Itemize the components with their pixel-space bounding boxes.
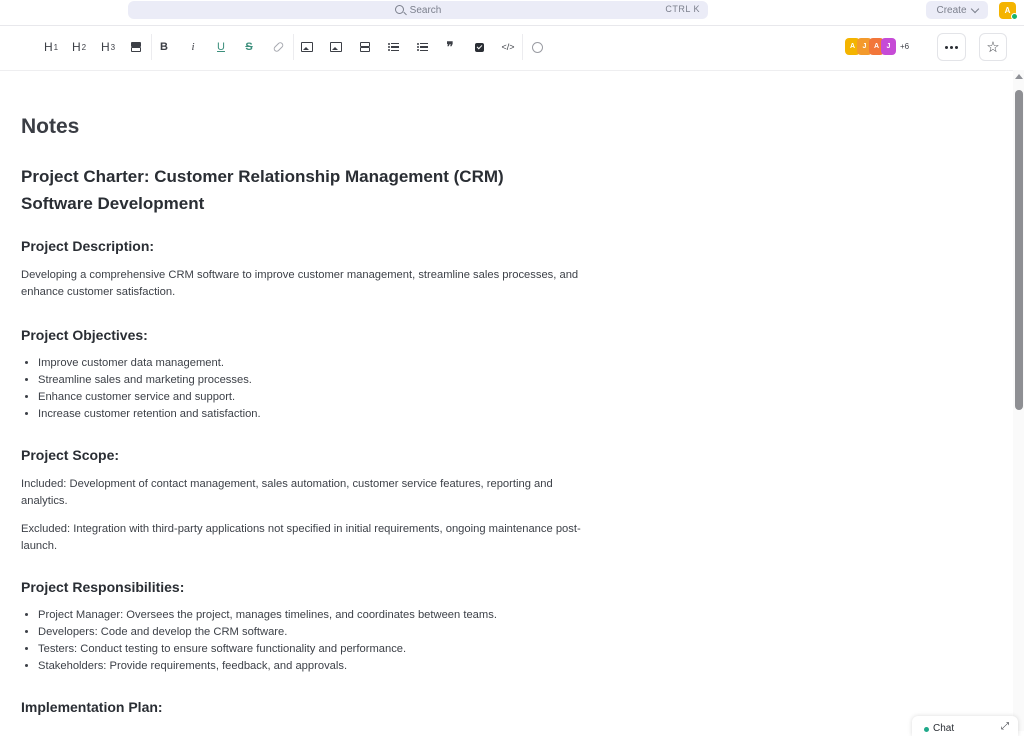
section-heading[interactable]: Project Description: bbox=[21, 236, 581, 256]
image-icon bbox=[301, 42, 313, 52]
avatar-initial: A bbox=[849, 43, 856, 50]
h1-label: H bbox=[43, 40, 53, 54]
list-item: Project Manager: Oversees the project, m… bbox=[38, 607, 581, 624]
chevron-down-icon bbox=[970, 4, 979, 13]
favorite-button[interactable]: ☆ bbox=[979, 33, 1007, 61]
paragraph[interactable]: Included: Development of contact managem… bbox=[21, 476, 581, 510]
bulleted-list-icon bbox=[387, 42, 399, 52]
avatar-initial: J bbox=[886, 43, 891, 50]
code-block-button[interactable]: </> bbox=[500, 38, 516, 56]
bulleted-list[interactable]: Improve customer data management. Stream… bbox=[21, 355, 581, 423]
numbered-list-icon bbox=[416, 42, 428, 52]
block-layout-icon bbox=[360, 42, 370, 52]
ellipsis-icon bbox=[945, 45, 948, 49]
search-icon bbox=[394, 4, 404, 14]
underline-button[interactable]: U bbox=[215, 38, 227, 56]
heading-3-button[interactable]: H3 bbox=[100, 38, 116, 56]
italic-button[interactable]: i bbox=[187, 38, 199, 56]
emoji-button[interactable] bbox=[531, 38, 543, 56]
document-heading[interactable]: Project Charter: Customer Relationship M… bbox=[21, 163, 581, 217]
heading-2-button[interactable]: H2 bbox=[71, 38, 87, 56]
checkbox-icon bbox=[474, 42, 484, 52]
top-bar: Search CTRL K Create A bbox=[0, 0, 1024, 24]
create-button[interactable]: Create bbox=[926, 1, 988, 19]
scrollbar-thumb[interactable] bbox=[1015, 90, 1023, 410]
image-button[interactable] bbox=[301, 38, 313, 56]
strikethrough-button[interactable]: S bbox=[243, 38, 255, 56]
numbered-list-button[interactable] bbox=[416, 38, 428, 56]
chat-status-dot bbox=[924, 727, 929, 732]
avatar-initial: A bbox=[873, 43, 880, 50]
emoji-icon bbox=[531, 41, 543, 53]
h1-num: 1 bbox=[53, 42, 59, 52]
online-status-dot bbox=[1011, 13, 1018, 20]
star-icon: ☆ bbox=[986, 39, 1000, 56]
section-heading[interactable]: Project Objectives: bbox=[21, 325, 581, 345]
list-item: Streamline sales and marketing processes… bbox=[38, 372, 581, 389]
user-avatar[interactable]: A bbox=[999, 2, 1018, 20]
h3-label: H bbox=[100, 40, 110, 54]
section-heading[interactable]: Project Scope: bbox=[21, 445, 581, 465]
bold-button[interactable]: B bbox=[158, 38, 170, 56]
collaborator-avatars[interactable]: A J A J +6 bbox=[845, 38, 909, 55]
user-initial: A bbox=[1004, 6, 1011, 15]
section-heading[interactable]: Project Responsibilities: bbox=[21, 577, 581, 597]
document-body[interactable]: Notes Project Charter: Customer Relation… bbox=[21, 111, 581, 717]
code-icon: </> bbox=[501, 42, 515, 52]
toolbar-divider bbox=[151, 34, 152, 60]
link-button[interactable] bbox=[271, 38, 285, 56]
search-placeholder: Search bbox=[409, 4, 442, 16]
more-collaborators-count: +6 bbox=[900, 42, 910, 51]
text-block-button[interactable] bbox=[130, 38, 142, 56]
expand-icon[interactable]: ⤢ bbox=[1001, 721, 1009, 732]
ellipsis-dot bbox=[950, 45, 953, 49]
create-label: Create bbox=[936, 4, 967, 16]
block-layout-button[interactable] bbox=[359, 38, 371, 56]
list-item: Improve customer data management. bbox=[38, 355, 581, 372]
avatar-initial: J bbox=[862, 43, 867, 50]
list-item: Stakeholders: Provide requirements, feed… bbox=[38, 658, 581, 675]
toolbar-divider bbox=[293, 34, 294, 60]
text-block-icon bbox=[131, 42, 141, 52]
gallery-button[interactable] bbox=[330, 38, 342, 56]
avatar: J bbox=[881, 38, 896, 55]
more-options-button[interactable] bbox=[937, 33, 966, 61]
list-item: Developers: Code and develop the CRM sof… bbox=[38, 624, 581, 641]
h2-num: 2 bbox=[81, 42, 87, 52]
document-heading-line: Project Charter: Customer Relationship M… bbox=[21, 167, 504, 186]
chat-label: Chat bbox=[933, 723, 955, 734]
paragraph[interactable]: Excluded: Integration with third-party a… bbox=[21, 521, 581, 555]
chat-widget[interactable]: Chat ⤢ bbox=[912, 716, 1018, 736]
list-item: Increase customer retention and satisfac… bbox=[38, 406, 581, 423]
paragraph[interactable]: Developing a comprehensive CRM software … bbox=[21, 267, 581, 301]
ellipsis-dot bbox=[955, 45, 958, 49]
document-heading-line: Software Development bbox=[21, 194, 205, 213]
scroll-up-arrow[interactable] bbox=[1015, 74, 1023, 79]
bulleted-list-button[interactable] bbox=[387, 38, 399, 56]
section-heading[interactable]: Implementation Plan: bbox=[21, 697, 581, 717]
quote-button[interactable]: ❞ bbox=[444, 38, 456, 56]
list-item: Testers: Conduct testing to ensure softw… bbox=[38, 641, 581, 658]
h2-label: H bbox=[71, 40, 81, 54]
gallery-icon bbox=[330, 42, 342, 52]
search-bar[interactable]: Search CTRL K bbox=[128, 1, 708, 19]
page-title[interactable]: Notes bbox=[21, 111, 581, 143]
link-icon bbox=[271, 40, 285, 54]
h3-num: 3 bbox=[110, 42, 116, 52]
checklist-button[interactable] bbox=[473, 38, 485, 56]
quote-icon: ❞ bbox=[446, 39, 454, 54]
toolbar-divider bbox=[522, 34, 523, 60]
search-shortcut: CTRL K bbox=[665, 4, 700, 14]
bulleted-list[interactable]: Project Manager: Oversees the project, m… bbox=[21, 607, 581, 675]
list-item: Enhance customer service and support. bbox=[38, 389, 581, 406]
heading-1-button[interactable]: H1 bbox=[43, 38, 59, 56]
